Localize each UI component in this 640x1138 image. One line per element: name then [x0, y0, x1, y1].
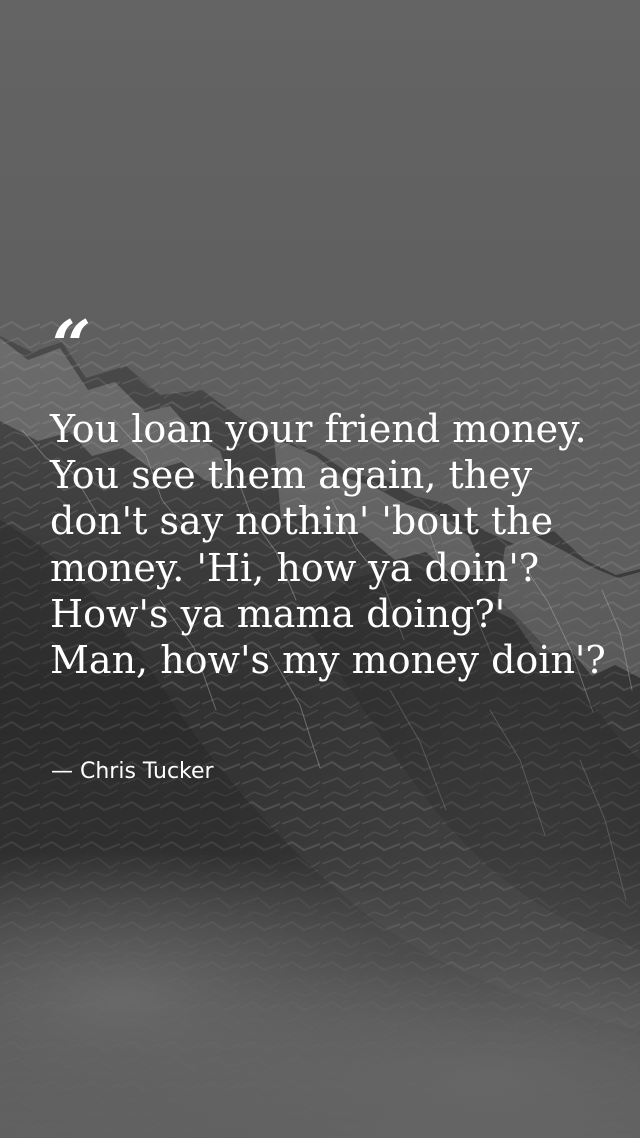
- quote-screen: “ You loan your friend money. You see th…: [0, 0, 640, 1138]
- quote-author: — Chris Tucker: [51, 759, 214, 784]
- quote-mark-icon: “: [52, 306, 92, 386]
- quote-text: You loan your friend money. You see them…: [50, 407, 606, 683]
